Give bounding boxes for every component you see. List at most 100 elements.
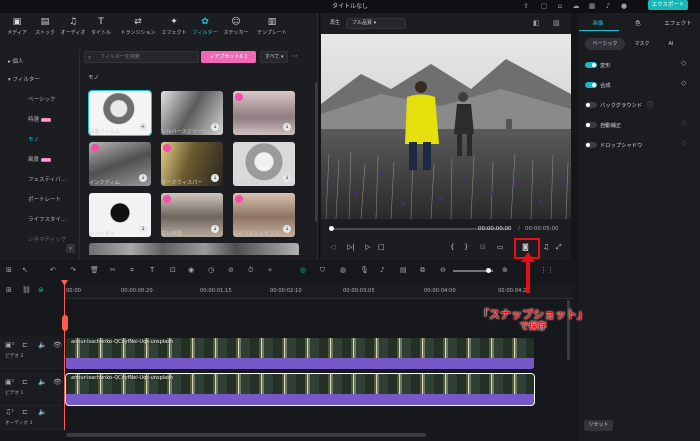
toggle-transform[interactable] bbox=[585, 62, 597, 68]
toggle-auto-enhance[interactable] bbox=[585, 122, 597, 128]
audio-track-icon[interactable]: ♪ bbox=[380, 266, 384, 274]
bell-icon[interactable]: ♪ bbox=[604, 2, 612, 10]
tab-stock[interactable]: ▤ ストック bbox=[32, 15, 58, 45]
timer-icon[interactable]: ⏱ bbox=[248, 266, 253, 275]
folder-icon[interactable]: ⊏ bbox=[22, 341, 28, 349]
select-tool-icon[interactable]: ↖ bbox=[22, 266, 28, 274]
sidebar-item-portrait[interactable]: ポートレート bbox=[28, 195, 61, 203]
image-icon[interactable]: ▧ bbox=[553, 19, 560, 27]
video-clip-track1[interactable]: annur-isachenko-QCoyfNei-Uqs-unsplash bbox=[65, 373, 535, 406]
speaker-icon[interactable]: 🔈 bbox=[38, 378, 47, 386]
toggle-composite[interactable] bbox=[585, 82, 597, 88]
prev-frame-icon[interactable]: ◁ bbox=[330, 243, 335, 251]
toggle-background[interactable] bbox=[585, 102, 597, 108]
zoom-in-icon[interactable]: ⊕ bbox=[502, 266, 508, 274]
tab-media[interactable]: ▣ メディア bbox=[4, 15, 30, 45]
tab-title[interactable]: T タイトル bbox=[88, 15, 114, 45]
subtab-mask[interactable]: マスク bbox=[627, 38, 657, 50]
keyframe-icon[interactable]: ◇ bbox=[681, 59, 686, 67]
export-button[interactable]: エクスポート bbox=[648, 0, 688, 10]
mark-in-icon[interactable]: { bbox=[450, 243, 454, 251]
play-icon[interactable]: ▷ bbox=[365, 243, 370, 251]
tab-filter[interactable]: ✿ フィルター bbox=[192, 15, 218, 45]
render-icon[interactable]: ◎ bbox=[300, 266, 306, 274]
timeline-scrollbar[interactable] bbox=[66, 433, 426, 437]
monitor-icon[interactable]: ▢ bbox=[540, 2, 548, 10]
cloud-icon[interactable]: ☁ bbox=[572, 2, 580, 10]
sort-select[interactable]: すべて ▾ bbox=[260, 51, 288, 63]
text-icon[interactable]: T bbox=[150, 266, 154, 274]
subtab-ai[interactable]: AI bbox=[659, 38, 683, 50]
volume-icon[interactable]: ♫ bbox=[543, 243, 549, 251]
keyframe-icon[interactable]: ◇ bbox=[681, 119, 686, 127]
delete-icon[interactable]: 🗑 bbox=[90, 266, 99, 274]
sidebar-item-filters[interactable]: ▾ フィルター bbox=[8, 75, 40, 83]
tab-audio[interactable]: ♫ オーディオ bbox=[60, 15, 86, 45]
compare-icon[interactable]: ◧ bbox=[533, 19, 540, 27]
tab-sticker[interactable]: ☺ ステッカー bbox=[223, 15, 249, 45]
split-icon[interactable]: ⊘ bbox=[228, 266, 234, 274]
media-library-icon[interactable]: ▤ bbox=[400, 266, 407, 274]
display-icon[interactable]: ⊟ bbox=[480, 243, 486, 251]
marker-handle[interactable] bbox=[62, 315, 68, 331]
mark-out-icon[interactable]: } bbox=[464, 243, 468, 251]
speaker-icon[interactable]: 🔈 bbox=[38, 408, 47, 416]
sidebar-item-personal[interactable]: ▸ 個人 bbox=[8, 57, 24, 65]
scrubber-handle[interactable] bbox=[329, 226, 334, 231]
playhead[interactable] bbox=[64, 281, 65, 430]
link-icon[interactable]: ⛓ bbox=[22, 286, 31, 294]
folder-icon[interactable]: ⊏ bbox=[22, 378, 28, 386]
subtab-basic[interactable]: ベーシック bbox=[585, 38, 625, 50]
video-clip-track2[interactable]: annur-isachenko-QCoyfNei-Uqs-unsplash bbox=[66, 338, 534, 369]
eye-icon[interactable]: 👁 bbox=[53, 341, 62, 349]
undo-icon[interactable]: ↶ bbox=[50, 266, 56, 274]
cut-icon[interactable]: ✂ bbox=[110, 266, 116, 274]
step-back-icon[interactable]: ▷| bbox=[347, 243, 355, 251]
gift-icon[interactable]: ⌂ bbox=[556, 2, 564, 10]
zoom-slider-handle[interactable] bbox=[486, 268, 491, 273]
tab-transition[interactable]: ⇄ トランジション bbox=[118, 15, 158, 45]
mic-icon[interactable]: 🎙 bbox=[360, 266, 369, 274]
layout-icon[interactable]: ⊞ bbox=[6, 266, 12, 274]
reset-button[interactable]: リセット bbox=[584, 420, 613, 431]
folder-icon[interactable]: ⊏ bbox=[22, 408, 28, 416]
color-icon[interactable]: ◉ bbox=[188, 266, 194, 274]
sidebar-item-featured[interactable]: 特選 NEW bbox=[28, 115, 52, 123]
stop-icon[interactable]: □ bbox=[378, 243, 385, 251]
grid-icon[interactable]: ▦ bbox=[588, 2, 596, 10]
redo-icon[interactable]: ↷ bbox=[70, 266, 76, 274]
share-icon[interactable]: ⇪ bbox=[522, 2, 530, 10]
shield-icon[interactable]: ⛉ bbox=[320, 266, 325, 275]
tab-effect-props[interactable]: エフェクト bbox=[659, 19, 697, 27]
filter-scrollbar[interactable] bbox=[315, 82, 318, 222]
fullscreen-icon[interactable]: ▭ bbox=[497, 243, 504, 251]
keyframe-icon[interactable]: ◇ bbox=[681, 139, 686, 147]
sidebar-item-cinematic[interactable]: シネマティック bbox=[28, 235, 66, 243]
zoom-clip-icon[interactable]: ⊡ bbox=[170, 266, 176, 274]
filter-search-input[interactable]: フィルターを検索 bbox=[84, 51, 199, 63]
more-tools-icon[interactable]: » bbox=[268, 266, 272, 274]
grid-view-icon[interactable]: ⋮⋮ bbox=[540, 266, 554, 274]
tab-template[interactable]: ▥ テンプレート bbox=[254, 15, 290, 45]
collapse-sidebar-button[interactable]: ‹ bbox=[66, 244, 75, 253]
speaker-icon[interactable]: 🔈 bbox=[38, 341, 47, 349]
sidebar-item-mono[interactable]: モノ bbox=[28, 135, 39, 143]
sidebar-item-landscape[interactable]: 風景 NEW bbox=[28, 155, 52, 163]
speed-icon[interactable]: ◷ bbox=[208, 266, 214, 274]
toggle-drop-shadow[interactable] bbox=[585, 142, 597, 148]
more-options-icon[interactable]: ⋯ bbox=[291, 51, 301, 63]
sidebar-item-lifestyle[interactable]: ライフスタイ… bbox=[28, 215, 67, 223]
tab-color[interactable]: 色 bbox=[619, 19, 657, 27]
sidebar-item-festival[interactable]: フェスティバ… bbox=[28, 175, 66, 183]
sidebar-item-basic[interactable]: ベーシック bbox=[28, 95, 55, 103]
eye-icon[interactable]: 👁 bbox=[53, 378, 62, 386]
avatar[interactable]: ● bbox=[620, 2, 628, 10]
expand-icon[interactable]: ⤢ bbox=[556, 243, 562, 252]
tab-image[interactable]: 画像 bbox=[579, 19, 617, 27]
keyframe-icon[interactable]: ◇ bbox=[681, 79, 686, 87]
tab-effect[interactable]: ✦ エフェクト bbox=[161, 15, 187, 45]
crop-icon[interactable]: ⌗ bbox=[130, 266, 134, 275]
snap-icon[interactable]: ⊜ bbox=[38, 286, 44, 294]
quality-select[interactable]: フル品質 ▾ bbox=[346, 18, 406, 29]
marker-icon[interactable]: ◍ bbox=[340, 266, 346, 274]
